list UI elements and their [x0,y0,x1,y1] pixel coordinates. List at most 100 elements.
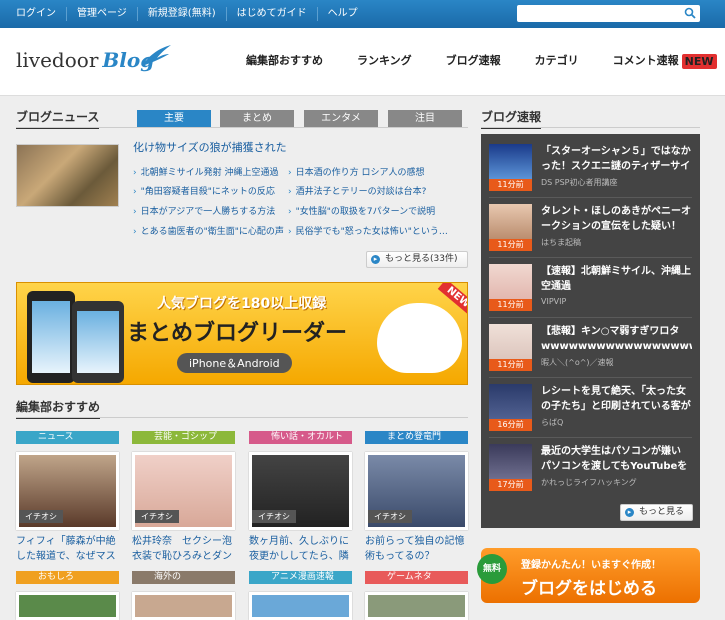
time-badge: 17分前 [489,479,532,491]
admin-link[interactable]: 管理ページ [66,7,137,21]
banner-line3: iPhone＆Android [177,353,292,373]
top-nav: ログイン 管理ページ 新規登録(無料) はじめてガイド ヘルプ [16,0,368,28]
tab-matome[interactable]: まとめ [220,110,294,127]
help-link[interactable]: ヘルプ [316,7,368,21]
category-tag[interactable]: 海外の [132,571,235,584]
article-caption[interactable]: 松井玲奈 セクシー泡衣装で恥ひろみとダン [132,534,235,564]
divider [16,127,468,128]
category-tag[interactable]: 芸能・ゴシップ [132,431,235,444]
sokuho-source: はちま起稿 [541,238,581,247]
login-link[interactable]: ログイン [16,7,66,21]
sokuho-item[interactable]: 16分前 レシートを見て絶天、「太った女の子たち」と印刷されている客が激ら らば… [489,380,692,435]
category-tag[interactable]: ゲームネタ [365,571,468,584]
top-bar: ログイン 管理ページ 新規登録(無料) はじめてガイド ヘルプ [0,0,725,28]
editors-heading: 編集部おすすめ [16,398,101,419]
sokuho-source: 暇人＼(^o^)／速報 [541,358,614,367]
article-caption[interactable]: 数ヶ月前、久しぶりに夜更かししてたら、隣 [249,534,352,564]
nav-ranking[interactable]: ランキング [357,52,412,69]
news-item[interactable]: 日本酒の作り方 ロシア人の感想 [288,165,425,178]
tab-entame[interactable]: エンタメ [304,110,378,127]
article-thumbnail[interactable] [249,592,352,620]
category-tag[interactable]: 怖い話・オカルト [249,431,352,444]
sokuho-source: VIPVIP [541,297,567,306]
ichioshi-badge: イチオシ [368,510,412,523]
news-more-button[interactable]: ▸ もっと見る(33件) [366,251,468,268]
phone-image [27,291,75,383]
sokuho-title: タレント・ほしのあきがペニーオークションの宣伝をした疑い！「サイ [541,206,691,232]
article-thumbnail[interactable]: イチオシ [132,452,235,530]
nav-category[interactable]: カテゴリ [535,52,579,69]
sokuho-title: 【速報】北朝鮮ミサイル、沖縄上空通過 [541,266,691,292]
sokuho-item[interactable]: 11分前 【悲報】キン○マ弱すぎワロタwwwwwwwwwwwwwwwwww 暇人… [489,320,692,375]
new-badge: NEW [681,53,717,69]
sokuho-item[interactable]: 11分前 【速報】北朝鮮ミサイル、沖縄上空通過 VIPVIP [489,260,692,315]
divider [489,377,692,378]
phone-image [72,301,124,383]
start-blog-button[interactable]: 無料 登録かんたん！いますぐ作成！ ブログをはじめる [477,548,700,603]
sokuho-panel: 11分前 「スターオーシャン５」ではなかった！スクエニ謎のティザーサイトが DS… [481,134,700,528]
time-badge: 11分前 [489,179,532,191]
sokuho-title: レシートを見て絶天、「太った女の子たち」と印刷されている客が激ら [541,386,691,412]
nav-editors[interactable]: 編集部おすすめ [246,52,323,69]
mascot-image [377,303,462,373]
time-badge: 11分前 [489,359,532,371]
main-nav: 編集部おすすめ ランキング ブログ速報 カテゴリ コメント速報 NEW [246,52,717,69]
sokuho-item[interactable]: 11分前 タレント・ほしのあきがペニーオークションの宣伝をした疑い！「サイ はち… [489,200,692,255]
sokuho-source: かれっじライフハッキング [541,478,637,487]
category-tag[interactable]: おもしろ [16,571,119,584]
search-input[interactable] [517,5,700,22]
register-link[interactable]: 新規登録(無料) [136,7,226,21]
banner-line1: 人気ブログを180以上収録 [157,296,327,312]
tab-main[interactable]: 主要 [137,110,211,127]
news-item[interactable]: とある歯医者の"衛生面"に心配の声 [133,224,284,237]
site-header: livedoor Blog 編集部おすすめ ランキング ブログ速報 カテゴリ コメ… [0,28,725,96]
tab-chumoku[interactable]: 注目 [388,110,462,127]
time-badge: 16分前 [489,419,532,431]
sokuho-title: 最近の大学生はパソコンが嫌い パソコンを渡してもYouTubeを見る [541,446,691,472]
search-icon[interactable] [684,7,696,19]
time-badge: 11分前 [489,239,532,251]
sokuho-item[interactable]: 17分前 最近の大学生はパソコンが嫌い パソコンを渡してもYouTubeを見る … [489,440,692,495]
headline-link[interactable]: 化け物サイズの狼が捕獲された [133,139,287,155]
start-line2: ブログをはじめる [521,579,657,599]
play-icon: ▸ [371,255,380,264]
article-thumbnail[interactable]: イチオシ [365,452,468,530]
play-icon: ▸ [625,508,634,517]
nav-sokuho[interactable]: ブログ速報 [446,52,501,69]
sokuho-item[interactable]: 11分前 「スターオーシャン５」ではなかった！スクエニ謎のティザーサイトが DS… [489,140,692,195]
divider [489,317,692,318]
news-item[interactable]: 北朝鮮ミサイル発射 沖縄上空通過 [133,165,279,178]
sokuho-title: 【悲報】キン○マ弱すぎワロタwwwwwwwwwwwwwwwwww [541,326,692,352]
article-thumbnail[interactable] [16,592,119,620]
nav-comment[interactable]: コメント速報 NEW [613,52,717,69]
article-thumbnail[interactable]: イチオシ [249,452,352,530]
sokuho-source: DS PSP初心者用講座 [541,178,618,187]
article-caption[interactable]: お前らって独自の記憶術もってるの？ [365,534,468,564]
divider [481,127,700,128]
news-item[interactable]: 日本がアジアで一人勝ちする方法 [133,204,276,217]
news-item[interactable]: 民俗学でも"怒った女は怖い"という… [288,224,448,237]
matome-reader-banner[interactable]: 人気ブログを180以上収録 まとめブログリーダー iPhone＆Android … [16,282,468,385]
category-tag[interactable]: ニュース [16,431,119,444]
divider [16,417,468,418]
ichioshi-badge: イチオシ [135,510,179,523]
article-thumbnail[interactable]: イチオシ [16,452,119,530]
sokuho-source: らばQ [541,418,564,427]
news-more-label: もっと見る(33件) [385,254,458,264]
ichioshi-badge: イチオシ [19,510,63,523]
article-caption[interactable]: フィフィ「藤森が中絶した報道で、なぜマス [16,534,119,564]
sokuho-more-button[interactable]: ▸ もっと見る [620,504,693,521]
logo[interactable]: livedoor Blog [16,48,154,72]
guide-link[interactable]: はじめてガイド [225,7,317,21]
news-item[interactable]: "女性脳"の取扱を7パターンで説明 [288,204,436,217]
ichioshi-badge: イチオシ [252,510,296,523]
news-item[interactable]: 酒井法子とテリーの対談は台本? [288,184,427,197]
article-thumbnail[interactable] [132,592,235,620]
banner-line2: まとめブログリーダー [127,321,348,346]
category-tag[interactable]: まとめ登竜門 [365,431,468,444]
news-item[interactable]: "角田容疑者目殺"にネットの反応 [133,184,275,197]
headline-image[interactable] [16,144,119,207]
article-thumbnail[interactable] [365,592,468,620]
category-tag[interactable]: アニメ漫画速報 [249,571,352,584]
wing-icon [142,45,171,66]
